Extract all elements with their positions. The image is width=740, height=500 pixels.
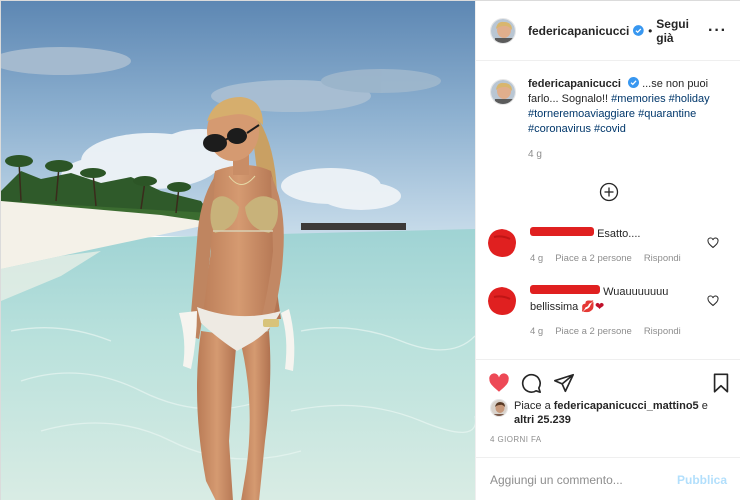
instagram-post-modal: federicapanicucci • Segui già ··· federi… [0, 0, 740, 500]
comment-item: Wuauuuuuuu bellissima 💋❤ 4 g Piace a 2 p… [486, 285, 727, 339]
caption-timestamp[interactable]: 4 g [528, 147, 727, 162]
following-button[interactable]: Segui già [656, 17, 708, 45]
comment-input[interactable] [490, 472, 670, 487]
commenter-avatar-redacted[interactable] [486, 227, 518, 259]
hashtag[interactable]: #covid [594, 123, 626, 135]
comment-like-heart-icon[interactable] [707, 295, 719, 307]
author-avatar-image [491, 18, 515, 43]
save-bookmark-icon[interactable] [710, 372, 732, 394]
liker-avatar-image [491, 400, 507, 416]
post-header: federicapanicucci • Segui già ··· [476, 1, 740, 61]
like-heart-icon[interactable] [488, 372, 510, 394]
comment-meta: 4 g Piace a 2 persone Rispondi [530, 251, 700, 266]
commenter-avatar-redacted[interactable] [486, 285, 518, 317]
comment-bubble-icon[interactable] [520, 372, 542, 394]
likes-middle: e [701, 400, 708, 412]
reply-button[interactable]: Rispondi [644, 324, 681, 339]
likes-summary: Piace a federicapanicucci_mattino5 e alt… [490, 399, 727, 427]
comment-time[interactable]: 4 g [530, 324, 543, 339]
hashtag[interactable]: #torneremoaviaggiare [528, 108, 635, 120]
liker-avatar[interactable] [490, 399, 508, 417]
redacted-username [530, 285, 600, 294]
comment-time[interactable]: 4 g [530, 251, 543, 266]
caption-avatar-image [491, 80, 515, 104]
author-username[interactable]: federicapanicucci [528, 24, 629, 38]
beach-photo-illustration [1, 1, 475, 500]
comment-like-heart-icon[interactable] [707, 237, 719, 249]
share-paper-plane-icon[interactable] [553, 372, 575, 394]
hashtag[interactable]: #memories [611, 93, 665, 105]
comment-emoji: 💋❤ [581, 301, 605, 313]
post-action-bar [476, 359, 740, 403]
comment-text: Esatto.... [597, 228, 641, 240]
post-timestamp[interactable]: 4 GIORNI FA [490, 435, 542, 444]
hashtag[interactable]: #coronavirus [528, 123, 591, 135]
verified-badge-icon [633, 25, 645, 36]
hashtag[interactable]: #holiday [669, 93, 710, 105]
add-comment-bar: Pubblica [476, 457, 740, 500]
caption-body: federicapanicucci ...se non puoi farlo..… [528, 77, 727, 162]
author-avatar[interactable] [490, 17, 516, 44]
comment-likes[interactable]: Piace a 2 persone [555, 251, 632, 266]
redacted-username [530, 227, 594, 236]
reply-button[interactable]: Rispondi [644, 251, 681, 266]
caption-avatar[interactable] [490, 79, 516, 105]
load-more-comments-icon[interactable] [599, 182, 619, 202]
hashtag[interactable]: #quarantine [638, 108, 696, 120]
likes-prefix: Piace a [514, 400, 551, 412]
comment-likes[interactable]: Piace a 2 persone [555, 324, 632, 339]
liker-username[interactable]: federicapanicucci_mattino5 [554, 400, 699, 412]
more-options-icon[interactable]: ··· [708, 22, 727, 40]
comment-body: Esatto.... 4 g Piace a 2 persone Rispond… [530, 227, 700, 266]
likes-text: Piace a federicapanicucci_mattino5 e alt… [514, 399, 727, 427]
caption-verified-badge-icon [628, 77, 639, 88]
comment-meta: 4 g Piace a 2 persone Rispondi [530, 324, 700, 339]
comment-body: Wuauuuuuuu bellissima 💋❤ 4 g Piace a 2 p… [530, 285, 700, 339]
separator-dot: • [648, 23, 653, 38]
post-photo[interactable] [1, 1, 475, 500]
caption-username[interactable]: federicapanicucci [528, 78, 621, 90]
post-caption: federicapanicucci ...se non puoi farlo..… [490, 77, 727, 162]
likes-others-count[interactable]: altri 25.239 [514, 414, 571, 426]
comment-item: Esatto.... 4 g Piace a 2 persone Rispond… [486, 227, 727, 266]
publish-button[interactable]: Pubblica [677, 473, 727, 487]
post-side-panel: federicapanicucci • Segui già ··· federi… [475, 1, 740, 500]
